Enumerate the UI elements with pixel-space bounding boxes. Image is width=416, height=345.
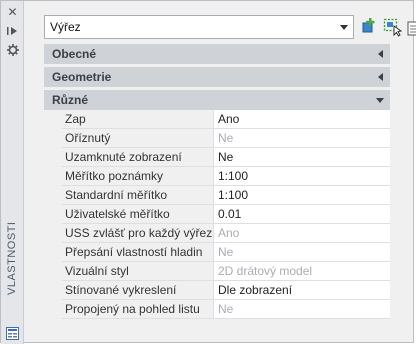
property-value[interactable]: Ano <box>214 110 390 128</box>
property-value[interactable]: 1:100 <box>214 167 390 185</box>
property-name: USS zvlášť pro každý výřez <box>62 224 214 242</box>
collapsed-triangle-icon[interactable] <box>370 73 390 81</box>
scrollbar-track[interactable] <box>394 15 408 320</box>
property-name: Vizuální styl <box>62 262 214 280</box>
property-value: Ano <box>214 224 390 242</box>
chevron-down-icon[interactable] <box>335 16 353 38</box>
property-value: 2D drátový model <box>214 262 390 280</box>
property-value[interactable]: Ne <box>214 148 390 166</box>
property-row[interactable]: Uzamknuté zobrazení Ne <box>62 148 390 167</box>
property-row[interactable]: Měřítko poznámky 1:100 <box>62 167 390 186</box>
property-value[interactable]: Dle zobrazení <box>214 281 390 299</box>
property-row[interactable]: Oříznutý Ne <box>62 129 390 148</box>
object-type-value: Výřez <box>50 20 81 34</box>
expanded-triangle-icon[interactable] <box>370 97 390 103</box>
collapsed-triangle-icon[interactable] <box>370 50 390 58</box>
palette-title-strip: ✕ VLASTNOSTI <box>1 1 24 344</box>
property-name: Stínované vykreslení <box>62 281 214 299</box>
property-value[interactable]: 1:100 <box>214 186 390 204</box>
palette-title: VLASTNOSTI <box>6 221 18 295</box>
properties-palette: ✕ VLASTNOSTI Výřez Obecné Geometrie Různ… <box>0 0 416 344</box>
property-grid: Zap Ano Oříznutý Ne Uzamknuté zobrazení Ne Měř… <box>62 110 390 319</box>
section-misc-label: Různé <box>52 93 88 107</box>
properties-palette-icon[interactable] <box>6 327 19 340</box>
section-geometry-label: Geometrie <box>52 70 112 84</box>
toggle-pickadd-icon[interactable] <box>360 17 380 37</box>
property-name: Uzamknuté zobrazení <box>62 148 214 166</box>
property-row[interactable]: Stínované vykreslení Dle zobrazení <box>62 281 390 300</box>
section-general-label: Obecné <box>52 47 97 61</box>
property-name: Standardní měřítko <box>62 186 214 204</box>
property-row[interactable]: Přepsání vlastností hladin Ne <box>62 243 390 262</box>
property-row[interactable]: Uživatelské měřítko 0.01 <box>62 205 390 224</box>
property-row[interactable]: Vizuální styl 2D drátový model <box>62 262 390 281</box>
property-value: Ne <box>214 129 390 147</box>
property-row[interactable]: Standardní měřítko 1:100 <box>62 186 390 205</box>
property-row[interactable]: Propojený na pohled listu Ne <box>62 300 390 319</box>
property-name: Zap <box>62 110 214 128</box>
property-name: Měřítko poznámky <box>62 167 214 185</box>
property-value: Ne <box>214 243 390 261</box>
section-general[interactable]: Obecné <box>44 44 390 64</box>
property-name: Oříznutý <box>62 129 214 147</box>
section-geometry[interactable]: Geometrie <box>44 67 390 87</box>
property-value[interactable]: 0.01 <box>214 205 390 223</box>
close-icon[interactable]: ✕ <box>5 5 20 19</box>
property-row[interactable]: USS zvlášť pro každý výřez Ano <box>62 224 390 243</box>
property-name: Uživatelské měřítko <box>62 205 214 223</box>
section-misc[interactable]: Různé <box>44 90 390 110</box>
property-row[interactable]: Zap Ano <box>62 110 390 129</box>
palette-content: Výřez Obecné Geometrie Různé Zap Ano Oří… <box>24 1 416 344</box>
object-type-dropdown[interactable]: Výřez <box>44 15 354 39</box>
property-name: Propojený na pohled listu <box>62 300 214 318</box>
auto-hide-icon[interactable] <box>5 24 20 38</box>
property-grid-margin <box>44 110 62 319</box>
settings-gear-icon[interactable] <box>5 43 20 57</box>
property-value: Ne <box>214 300 390 318</box>
property-name: Přepsání vlastností hladin <box>62 243 214 261</box>
